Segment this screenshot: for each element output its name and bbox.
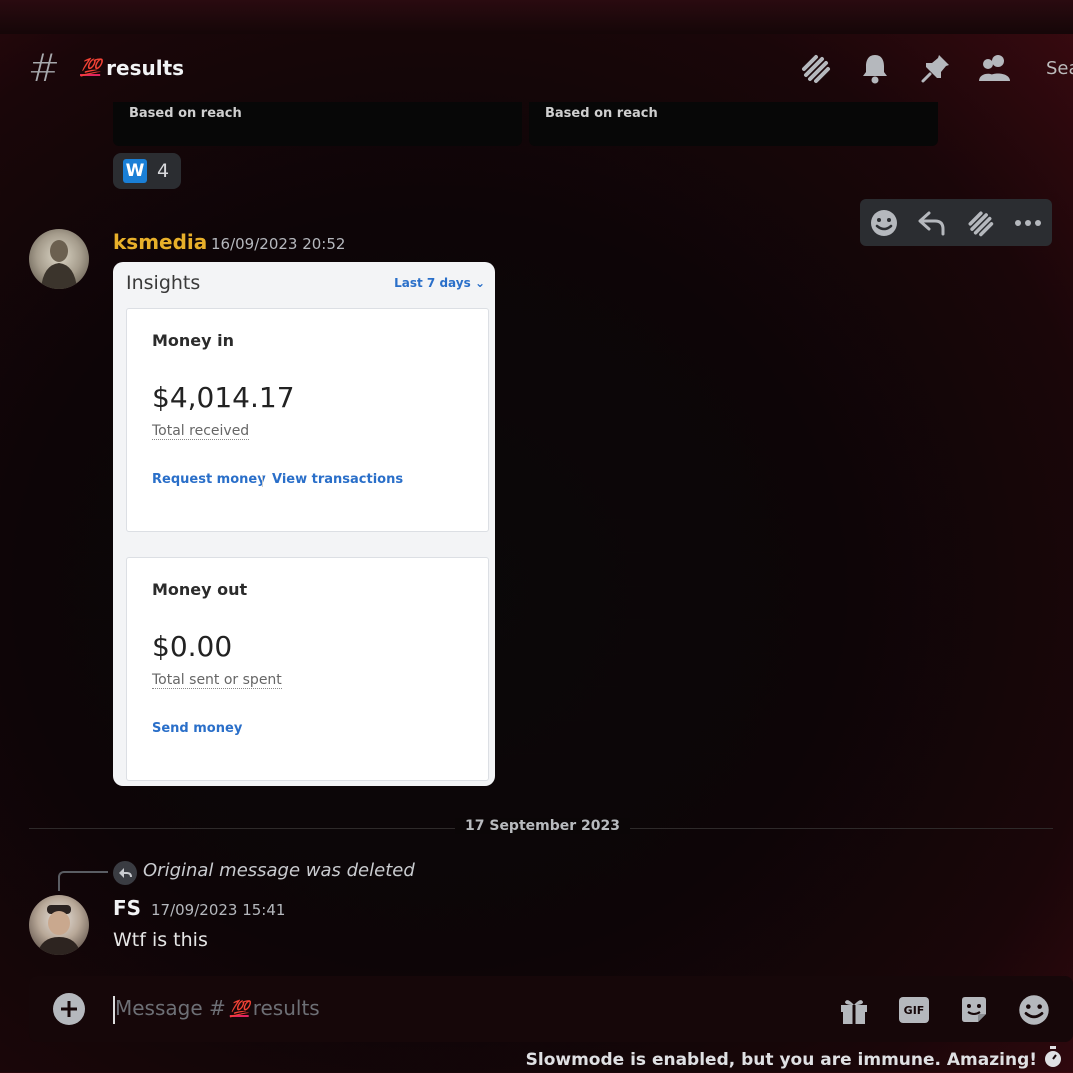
link-separator xyxy=(262,475,263,487)
pin-icon[interactable] xyxy=(916,48,956,88)
money-out-subtitle: Total sent or spent xyxy=(152,672,282,689)
channel-hash-icon: # xyxy=(28,46,60,90)
channel-header: # 💯 results Sea xyxy=(0,34,1073,102)
reaction-button[interactable]: W 4 xyxy=(113,153,181,189)
date-range-label: Last 7 days xyxy=(394,276,471,290)
message-content: Wtf is this xyxy=(113,929,208,951)
message-actions-toolbar xyxy=(860,199,1052,246)
avatar[interactable] xyxy=(29,895,89,955)
create-thread-icon[interactable] xyxy=(960,203,1000,243)
message-author[interactable]: FS xyxy=(113,896,141,920)
request-money-link: Request money xyxy=(152,472,266,487)
insights-title: Insights xyxy=(126,272,201,294)
window-top-bar xyxy=(0,0,1073,34)
money-out-amount: $0.00 xyxy=(152,630,233,663)
message-composer: Message # 💯 results GIF xyxy=(29,976,1073,1042)
channel-name: results xyxy=(106,56,185,80)
embed-preview-left: Based on reach xyxy=(113,102,522,146)
chevron-down-icon: ⌄ xyxy=(474,276,485,290)
slowmode-text: Slowmode is enabled, but you are immune.… xyxy=(525,1049,1037,1070)
notification-bell-icon[interactable] xyxy=(855,48,895,88)
reply-arrow-icon xyxy=(113,861,137,885)
message-timestamp: 17/09/2023 15:41 xyxy=(151,901,286,919)
emoji-picker-icon[interactable] xyxy=(1014,990,1054,1030)
money-out-heading: Money out xyxy=(152,580,248,599)
hundred-emoji: 💯 xyxy=(80,58,101,78)
reaction-count: 4 xyxy=(157,160,170,182)
avatar[interactable] xyxy=(29,229,89,289)
attach-plus-icon[interactable] xyxy=(53,993,85,1025)
reply-connector xyxy=(58,871,108,891)
money-in-subtitle: Total received xyxy=(152,423,250,440)
search-input[interactable]: Sea xyxy=(1046,58,1073,79)
embed-caption: Based on reach xyxy=(129,106,242,121)
add-reaction-icon[interactable] xyxy=(864,203,904,243)
insights-image-attachment[interactable]: Insights Last 7 days ⌄ Money in $4,014.1… xyxy=(113,262,495,786)
money-in-heading: Money in xyxy=(152,331,235,350)
w-emoji-icon: W xyxy=(123,159,147,183)
channel-title: 💯 results xyxy=(80,56,184,80)
placeholder-prefix: Message # xyxy=(115,996,226,1020)
money-out-panel: Money out $0.00 Total sent or spent Send… xyxy=(126,557,489,781)
member-list-icon[interactable] xyxy=(975,48,1015,88)
stopwatch-icon xyxy=(1043,1046,1063,1073)
slowmode-notice: Slowmode is enabled, but you are immune.… xyxy=(526,1046,1063,1073)
reply-icon[interactable] xyxy=(912,203,952,243)
date-divider-label: 17 September 2023 xyxy=(455,818,630,834)
date-range-dropdown: Last 7 days ⌄ xyxy=(394,276,485,290)
money-in-panel: Money in $4,014.17 Total received Reques… xyxy=(126,308,489,532)
more-options-icon[interactable] xyxy=(1008,203,1048,243)
message-author[interactable]: ksmedia xyxy=(113,230,207,254)
reply-preview-text[interactable]: Original message was deleted xyxy=(143,860,415,881)
placeholder-channel: results xyxy=(252,996,320,1020)
threads-icon[interactable] xyxy=(795,48,835,88)
embed-preview-right: Based on reach xyxy=(529,102,938,146)
hundred-emoji: 💯 xyxy=(229,998,250,1018)
view-transactions-link: View transactions xyxy=(272,472,404,487)
gift-icon[interactable] xyxy=(834,990,874,1030)
send-money-link: Send money xyxy=(152,721,243,736)
money-in-amount: $4,014.17 xyxy=(152,381,295,414)
embed-caption: Based on reach xyxy=(545,106,658,121)
message-input[interactable]: Message # 💯 results xyxy=(115,996,320,1020)
message-timestamp: 16/09/2023 20:52 xyxy=(211,235,346,253)
gif-icon[interactable]: GIF xyxy=(894,990,934,1030)
sticker-icon[interactable] xyxy=(954,990,994,1030)
